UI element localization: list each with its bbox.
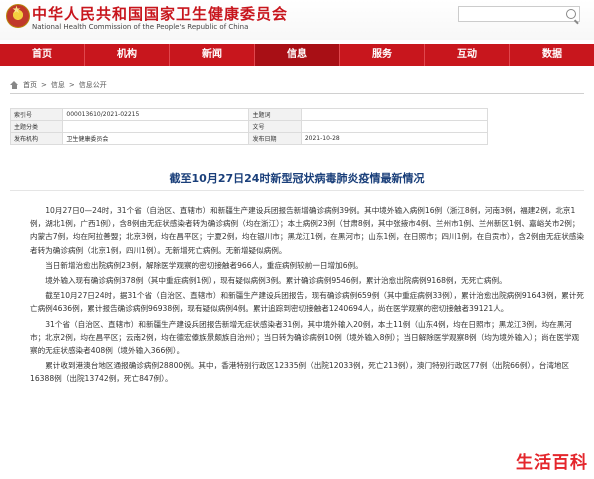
search-input[interactable] bbox=[458, 6, 580, 22]
breadcrumb-home[interactable]: 首页 bbox=[23, 80, 37, 90]
meta-value bbox=[62, 120, 250, 133]
meta-label: 发布机构 bbox=[9, 132, 64, 145]
article-paragraph: 境外输入现有确诊病例378例（其中重症病例1例），现有疑似病例3例。累计确诊病例… bbox=[45, 276, 507, 286]
meta-value bbox=[300, 108, 489, 121]
article-body: 10月27日0—24时，31个省（自治区、直辖市）和新疆生产建设兵团报告新增确诊… bbox=[30, 204, 584, 388]
breadcrumb-separator: > bbox=[41, 81, 47, 89]
nav-item-data[interactable]: 数据 bbox=[510, 44, 594, 66]
masthead: ★ 中华人民共和国国家卫生健康委员会 National Health Commi… bbox=[0, 0, 594, 40]
article-paragraph: 当日新增治愈出院病例23例，解除医学观察的密切接触者966人，重症病例较前一日增… bbox=[45, 260, 363, 270]
meta-label: 索引号 bbox=[9, 108, 64, 121]
meta-value: 2021-10-28 bbox=[300, 132, 489, 145]
meta-label: 主题分类 bbox=[9, 120, 64, 133]
breadcrumb-disclosure[interactable]: 信息公开 bbox=[79, 80, 107, 90]
meta-value bbox=[300, 120, 489, 133]
meta-value: 000013610/2021-02215 bbox=[62, 108, 250, 121]
nav-item-info[interactable]: 信息 bbox=[255, 44, 340, 66]
site-subtitle: National Health Commission of the People… bbox=[32, 23, 249, 31]
article-paragraph: 31个省（自治区、直辖市）和新疆生产建设兵团报告新增无症状感染者31例，其中境外… bbox=[30, 319, 580, 356]
title-divider bbox=[10, 190, 584, 191]
nav-item-news[interactable]: 新闻 bbox=[170, 44, 255, 66]
home-icon bbox=[10, 81, 19, 89]
meta-label: 主题词 bbox=[248, 108, 302, 121]
meta-value: 卫生健康委员会 bbox=[62, 132, 250, 145]
search-icon[interactable] bbox=[566, 9, 576, 19]
breadcrumb: 首页 > 信息 > 信息公开 bbox=[10, 80, 107, 90]
meta-label: 发布日期 bbox=[248, 132, 302, 145]
site-title: 中华人民共和国国家卫生健康委员会 bbox=[32, 5, 289, 23]
nav-item-service[interactable]: 服务 bbox=[340, 44, 425, 66]
article-paragraph: 截至10月27日24时，据31个省（自治区、直辖市）和新疆生产建设兵团报告，现有… bbox=[30, 291, 584, 314]
article-title: 截至10月27日24时新型冠状病毒肺炎疫情最新情况 bbox=[169, 172, 425, 185]
nav-item-agency[interactable]: 机构 bbox=[85, 44, 170, 66]
breadcrumb-separator: > bbox=[68, 81, 75, 89]
watermark-logo: 生活百科 bbox=[514, 448, 590, 473]
article-paragraph: 累计收到港澳台地区通报确诊病例28800例。其中，香港特别行政区12335例（出… bbox=[30, 361, 570, 384]
article-paragraph: 10月27日0—24时，31个省（自治区、直辖市）和新疆生产建设兵团报告新增确诊… bbox=[30, 206, 584, 255]
breadcrumb-info[interactable]: 信息 bbox=[51, 80, 65, 90]
nav-item-home[interactable]: 首页 bbox=[0, 44, 85, 66]
document-meta-table: 索引号 000013610/2021-02215 主题词 主题分类 文号 发布机… bbox=[9, 108, 489, 145]
meta-label: 文号 bbox=[248, 120, 302, 133]
nav-item-interact[interactable]: 互动 bbox=[425, 44, 510, 66]
breadcrumb-divider bbox=[10, 93, 584, 94]
main-nav: 首页 机构 新闻 信息 服务 互动 数据 bbox=[0, 44, 594, 66]
emblem-star-icon: ★ bbox=[12, 5, 21, 16]
